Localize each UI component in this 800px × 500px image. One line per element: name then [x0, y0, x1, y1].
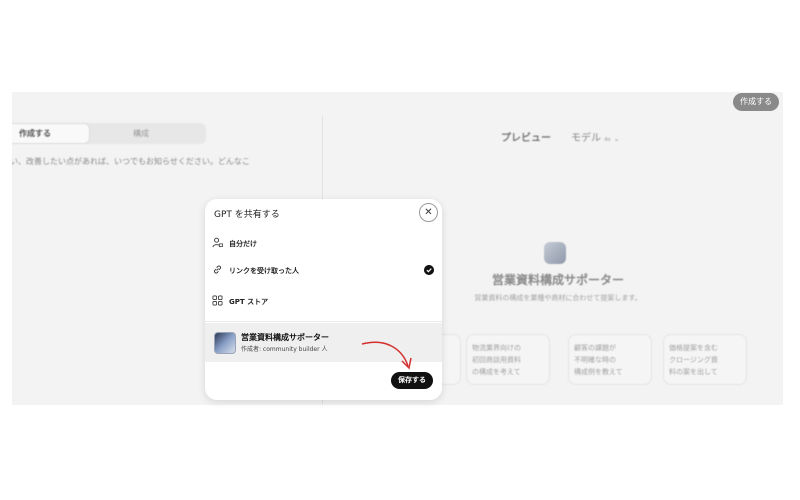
option-label: リンクを受け取った人 — [229, 267, 299, 275]
top-bar: 作成する — [12, 92, 783, 116]
gpt-card-author: 作成者: community builder 人 — [241, 346, 328, 353]
option-label: GPT ストア — [229, 298, 269, 306]
share-option-gpt-store[interactable]: GPT ストア — [212, 291, 438, 313]
model-value: 4o — [604, 137, 611, 143]
annotation-arrow-icon — [361, 341, 412, 370]
chat-message: い、改善したい点があれば、いつでもお知らせください。どんなこ — [12, 157, 250, 166]
gpt-card-name: 営業資料構成サポーター — [241, 333, 329, 342]
check-icon — [424, 265, 434, 275]
create-button[interactable]: 作成する — [733, 93, 779, 111]
gpt-avatar — [214, 332, 236, 354]
conversation-starter[interactable]: 顧客の課題が 不明確な時の 構成例を教えて — [568, 334, 652, 385]
model-selector[interactable]: モデル 4o ⌄ — [571, 129, 620, 144]
conversation-starter[interactable]: 価格提案を含む クロージング資 料の案を出して — [663, 334, 747, 385]
option-label: 自分だけ — [229, 240, 257, 248]
link-icon — [214, 265, 221, 274]
share-option-only-me[interactable]: 自分だけ — [212, 233, 438, 255]
tab-create[interactable]: 作成する — [12, 123, 90, 144]
editor-tabs: 作成する 構成 — [12, 123, 206, 144]
close-icon[interactable]: ✕ — [419, 203, 438, 222]
chevron-down-icon: ⌄ — [613, 135, 620, 143]
dialog-title: GPT を共有する — [214, 210, 280, 220]
tab-configure[interactable]: 構成 — [106, 123, 176, 144]
grid-icon — [212, 295, 223, 306]
divider — [205, 321, 442, 322]
share-option-link[interactable]: リンクを受け取った人 — [212, 260, 438, 282]
preview-title: プレビュー — [501, 133, 551, 144]
gpt-avatar — [544, 242, 566, 264]
conversation-starter[interactable]: 物流業界向けの 初回商談用資料 の構成を考えて — [466, 334, 550, 385]
person-lock-icon — [212, 237, 223, 248]
model-label: モデル — [571, 133, 601, 144]
